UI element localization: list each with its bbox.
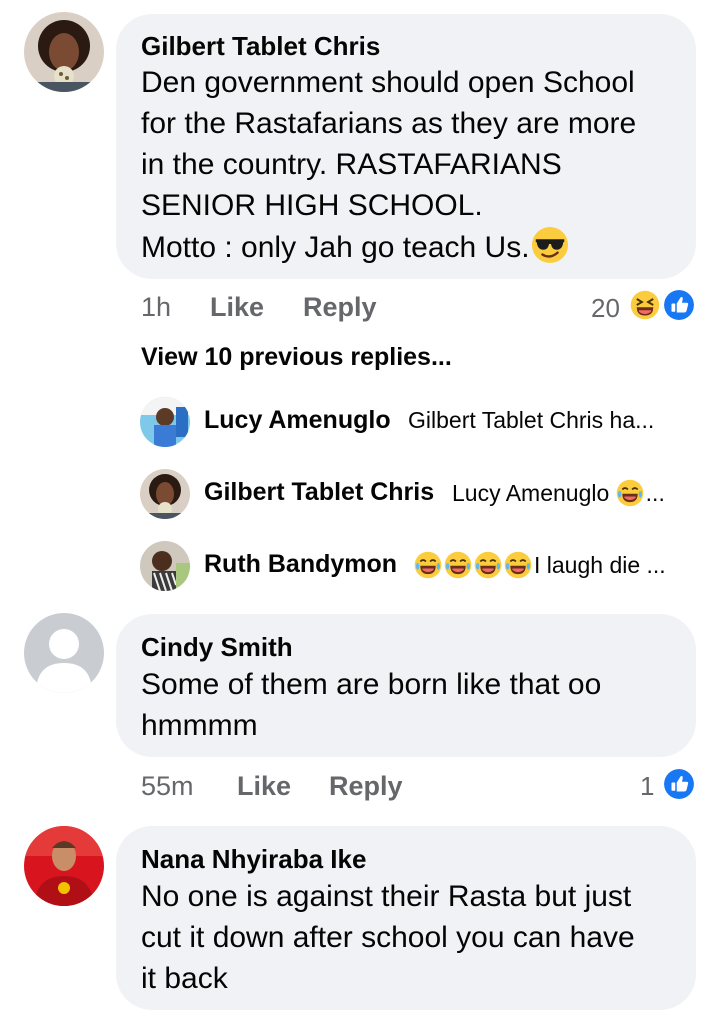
like-icon[interactable] [662,767,696,801]
reaction-count[interactable]: 1 [640,771,654,802]
reply-preview: I laugh die ... [414,551,666,579]
reply-button[interactable]: Reply [329,771,403,802]
reply-preview: Gilbert Tablet Chris ha... [408,407,655,433]
comment-text: Den government should open School for th… [141,66,637,264]
reply-preview: Lucy Amenuglo ... [452,479,665,507]
tears-of-joy-icon [474,551,502,579]
avatar-gilbert[interactable] [140,469,190,519]
comment-text: No one is against their Rasta but just c… [141,880,635,995]
comment-author[interactable]: Cindy Smith [141,632,293,663]
reply-author[interactable]: Gilbert Tablet Chris [204,478,434,507]
reply-item[interactable]: Ruth Bandymon I laugh die ... [140,541,700,591]
comment-author[interactable]: Gilbert Tablet Chris [141,31,380,62]
comment-text: Some of them are born like that oo hmmmm [141,668,602,742]
avatar-cindy[interactable] [24,613,104,693]
haha-icon[interactable] [628,288,662,322]
avatar-gilbert[interactable] [24,12,104,92]
comment-author[interactable]: Nana Nhyiraba Ike [141,844,366,875]
avatar-ruth[interactable] [140,541,190,591]
reply-item[interactable]: Lucy Amenuglo Gilbert Tablet Chris ha... [140,397,700,447]
tears-of-joy-icon [504,551,532,579]
reply-button[interactable]: Reply [303,292,377,323]
sunglasses-face-icon [531,226,569,264]
tears-of-joy-icon [444,551,472,579]
reply-author[interactable]: Ruth Bandymon [204,550,397,579]
reply-author[interactable]: Lucy Amenuglo [204,406,391,435]
comment-time: 1h [141,292,172,322]
avatar-nana[interactable] [24,826,104,906]
like-button[interactable]: Like [237,771,291,802]
like-button[interactable]: Like [210,292,264,323]
like-icon[interactable] [662,288,696,322]
comment-time: 55m [141,771,194,801]
reply-item[interactable]: Gilbert Tablet Chris Lucy Amenuglo ... [140,469,700,519]
reaction-count[interactable]: 20 [591,293,620,324]
avatar-lucy[interactable] [140,397,190,447]
tears-of-joy-icon [616,479,644,507]
tears-of-joy-icon [414,551,442,579]
view-previous-replies[interactable]: View 10 previous replies... [141,343,452,372]
